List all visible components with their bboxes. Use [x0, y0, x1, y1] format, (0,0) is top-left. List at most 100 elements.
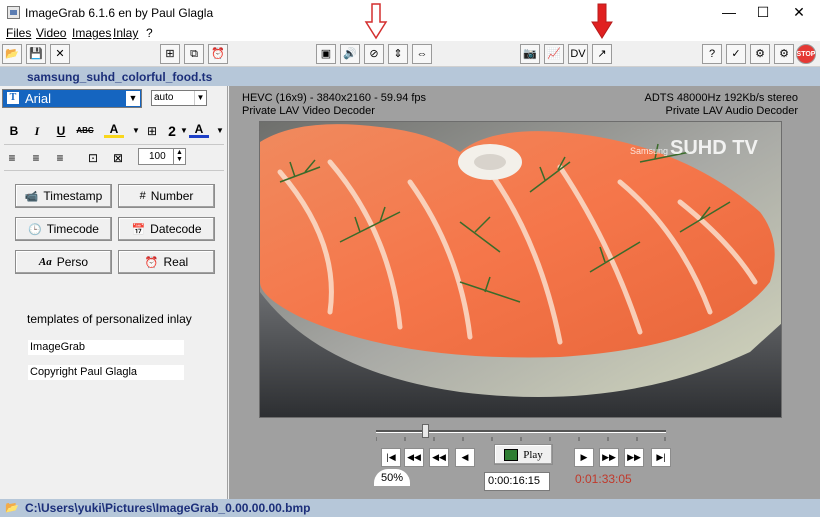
font-size-select[interactable]: auto ▼ — [151, 90, 207, 106]
seek-track[interactable] — [376, 430, 666, 433]
fullscreen-icon[interactable]: ▣ — [316, 44, 336, 64]
opacity-spinner[interactable]: 100 ▲ ▼ — [138, 148, 186, 165]
border-icon[interactable]: ⊞ — [142, 121, 162, 141]
salmon-steak-image: Samsung SUHD TV — [260, 122, 781, 417]
seek-thumb[interactable] — [421, 424, 429, 438]
audio-codec-info: ADTS 48000Hz 192Kb/s stereo — [644, 92, 798, 104]
step-back-button[interactable]: ◀ — [455, 448, 475, 467]
help-icon[interactable]: ? — [702, 44, 722, 64]
templates-label: templates of personalized inlay — [27, 312, 192, 326]
menu-video[interactable]: Video — [36, 26, 66, 40]
video-area: HEVC (16x9) - 3840x2160 - 59.94 fps Priv… — [229, 86, 820, 499]
timecode-button[interactable]: 🕒 Timecode — [15, 217, 112, 241]
audio-decoder-info: Private LAV Audio Decoder — [665, 105, 798, 117]
clock-icon: 🕒 — [28, 223, 42, 236]
divider — [4, 144, 224, 145]
play-button[interactable]: Play — [494, 444, 553, 465]
file-name: samsung_suhd_colorful_food.ts — [27, 70, 213, 84]
chart-icon[interactable]: 📈 — [544, 44, 564, 64]
output-path: C:\Users\yuki\Pictures\ImageGrab_0.00.00… — [25, 501, 311, 515]
crop-icon[interactable]: ⊞ — [160, 44, 180, 64]
vertical-flip-icon[interactable]: ⇕ — [388, 44, 408, 64]
folder-icon: 📂 — [5, 502, 19, 514]
zoom-level[interactable]: 50% — [374, 469, 410, 486]
number-label: Number — [150, 189, 194, 203]
film-icon — [504, 448, 519, 461]
fast-rewind-button[interactable]: ◀◀ — [404, 448, 424, 467]
rewind-button[interactable]: ◀◀ — [429, 448, 449, 467]
duration-label: 0:01:33:05 — [575, 472, 632, 486]
file-bar: samsung_suhd_colorful_food.ts — [0, 67, 820, 86]
stop-icon[interactable]: STOP — [796, 44, 816, 64]
seek-ticks — [376, 437, 666, 441]
chevron-down-icon[interactable]: ▼ — [210, 121, 230, 141]
inlay-panel: T Arial ▼ auto ▼ B I U ABC A ▼ ⊞ 2 ▼ A ▼… — [0, 86, 228, 499]
align-left-icon[interactable]: ≡ — [2, 148, 22, 168]
menu-images[interactable]: Images — [72, 26, 111, 40]
play-label: Play — [523, 448, 543, 461]
outline-arrow-annotation — [364, 3, 388, 40]
number-button[interactable]: # Number — [118, 184, 215, 208]
truetype-icon: T — [7, 92, 19, 104]
position-bottom-icon[interactable]: ⊡ — [83, 148, 103, 168]
timecode-label: Timecode — [46, 222, 99, 236]
real-button[interactable]: ⏰ Real — [118, 250, 215, 274]
app-icon — [7, 6, 20, 19]
horizontal-flip-icon[interactable]: ⇔ — [412, 44, 432, 64]
watermark-small: Samsung — [630, 146, 668, 156]
spinner-value: 100 — [149, 151, 166, 162]
save-icon[interactable]: 💾 — [26, 44, 46, 64]
filter-icon[interactable]: ⊘ — [364, 44, 384, 64]
open-folder-icon[interactable]: 📂 — [2, 44, 22, 64]
timestamp-button[interactable]: 📹 Timestamp — [15, 184, 112, 208]
spinner-arrows-icon[interactable]: ▲ ▼ — [173, 149, 185, 164]
menu-help[interactable]: ? — [146, 26, 153, 40]
fast-forward-button[interactable]: ▶▶ — [624, 448, 644, 467]
real-label: Real — [163, 255, 189, 269]
text-icon: Aa — [38, 256, 52, 268]
check-icon[interactable]: ✓ — [726, 44, 746, 64]
datecode-button[interactable]: 📅 Datecode — [118, 217, 215, 241]
align-right-icon[interactable]: ≡ — [50, 148, 70, 168]
bold-button[interactable]: B — [4, 121, 24, 141]
position-frame-icon[interactable]: ⊠ — [108, 148, 128, 168]
font-size-value: auto — [154, 92, 174, 103]
window-title: ImageGrab 6.1.6 en by Paul Glagla — [25, 6, 214, 20]
minimize-button[interactable]: — — [712, 0, 746, 25]
video-codec-info: HEVC (16x9) - 3840x2160 - 59.94 fps — [242, 92, 427, 104]
template-item[interactable]: ImageGrab — [28, 340, 184, 355]
video-frame[interactable]: Samsung SUHD TV — [259, 121, 782, 418]
underline-button[interactable]: U — [51, 121, 71, 141]
close-file-icon[interactable]: ✕ — [50, 44, 70, 64]
filled-arrow-annotation — [591, 3, 613, 39]
current-time-input[interactable]: 0:00:16:15 — [484, 472, 550, 491]
menu-inlay[interactable]: Inlay — [113, 26, 138, 40]
last-frame-button[interactable]: ▶| — [651, 448, 671, 467]
font-select[interactable]: T Arial ▼ — [2, 89, 142, 108]
font-color-icon[interactable]: A — [189, 121, 209, 138]
options-icon[interactable]: ⚙ — [750, 44, 770, 64]
chevron-down-icon[interactable]: ▼ — [194, 91, 206, 105]
first-frame-button[interactable]: |◀ — [381, 448, 401, 467]
strikethrough-button[interactable]: ABC — [75, 121, 95, 141]
italic-button[interactable]: I — [27, 121, 47, 141]
copy-icon[interactable]: ⧉ — [184, 44, 204, 64]
camera-icon[interactable]: 📷 — [520, 44, 540, 64]
maximize-button[interactable]: ☐ — [746, 0, 780, 25]
highlight-color-icon[interactable]: A — [104, 121, 124, 138]
forward-button[interactable]: ▶▶ — [599, 448, 619, 467]
chevron-down-icon[interactable]: ▼ — [126, 91, 140, 106]
menu-files[interactable]: Files — [6, 26, 31, 40]
menu-bar: Files Video Images Inlay ? — [0, 25, 820, 41]
alarm-icon[interactable]: ⏰ — [208, 44, 228, 64]
align-center-icon[interactable]: ≡ — [26, 148, 46, 168]
settings-icon[interactable]: ⚙ — [774, 44, 794, 64]
dv-icon[interactable]: DV — [568, 44, 588, 64]
timestamp-label: Timestamp — [43, 189, 103, 203]
template-item[interactable]: Copyright Paul Glagla — [28, 365, 184, 380]
step-forward-button[interactable]: ▶ — [574, 448, 594, 467]
export-icon[interactable]: ↗ — [592, 44, 612, 64]
sound-icon[interactable]: 🔊 — [340, 44, 360, 64]
perso-button[interactable]: Aa Perso — [15, 250, 112, 274]
close-button[interactable]: ✕ — [782, 0, 816, 25]
